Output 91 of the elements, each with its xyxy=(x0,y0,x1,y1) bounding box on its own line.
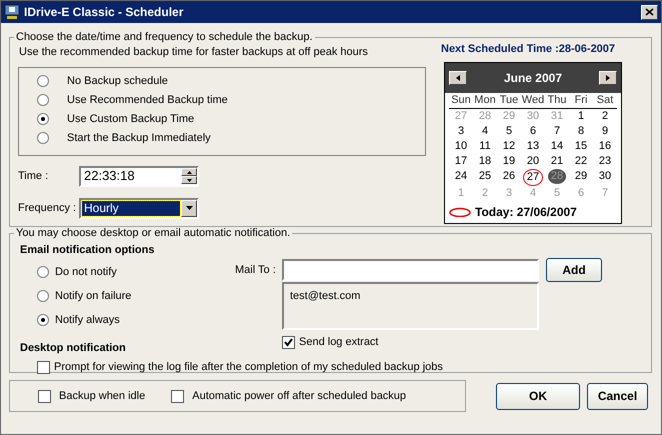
cancel-button[interactable]: Cancel xyxy=(587,382,648,410)
calendar-day[interactable]: 14 xyxy=(548,138,566,154)
group-legend: Choose the date/time and frequency to schedule the backup. xyxy=(14,31,315,43)
calendar-day[interactable]: 12 xyxy=(500,138,518,154)
calendar-day[interactable]: 25 xyxy=(476,168,494,184)
calendar-day[interactable]: 8 xyxy=(574,124,588,138)
radio-label: Notify always xyxy=(55,312,120,328)
checkbox[interactable] xyxy=(37,360,50,374)
calendar-day[interactable]: 18 xyxy=(476,154,494,168)
checkbox[interactable] xyxy=(171,390,184,402)
time-field[interactable]: 22:33:18 xyxy=(79,166,199,186)
calendar-day[interactable]: 20 xyxy=(524,154,542,168)
calendar-day[interactable]: 26 xyxy=(500,168,518,184)
weekday-label: Mon xyxy=(473,92,497,108)
weekday-label: Wed xyxy=(521,92,545,108)
radio-button[interactable] xyxy=(37,132,49,144)
close-button[interactable] xyxy=(641,4,658,20)
calendar-day[interactable]: 11 xyxy=(476,138,494,154)
calendar-day[interactable]: 23 xyxy=(596,154,614,168)
spin-down-button[interactable] xyxy=(181,176,197,184)
hint-text: Use the recommended backup time for faster backups at off peak hours xyxy=(18,45,369,60)
checkbox-label: Send log extract xyxy=(299,335,378,350)
calendar-day[interactable]: 15 xyxy=(572,138,590,154)
calendar-day[interactable]: 9 xyxy=(598,124,612,138)
up-arrow-icon xyxy=(186,170,192,174)
weekday-label: Thu xyxy=(545,92,569,108)
checkbox-label: Prompt for viewing the log file after the completion of my scheduled backup jobs xyxy=(54,360,443,375)
add-button[interactable]: Add xyxy=(546,258,602,282)
calendar-day[interactable]: 5 xyxy=(502,124,516,138)
field-label: Mail To : xyxy=(235,262,277,278)
calendar-day[interactable]: 6 xyxy=(526,124,540,138)
radio-button[interactable] xyxy=(37,290,49,302)
radio-label: Notify on failure xyxy=(55,288,132,304)
calendar-day[interactable]: 22 xyxy=(572,154,590,168)
calendar-day[interactable]: 21 xyxy=(548,154,566,168)
radio-label: Use Recommended Backup time xyxy=(67,92,228,108)
calendar-day[interactable]: 7 xyxy=(550,124,564,138)
spin-up-button[interactable] xyxy=(181,168,197,176)
radio-label: Use Custom Backup Time xyxy=(67,112,194,127)
calendar-day[interactable]: 19 xyxy=(500,154,518,168)
radio-button[interactable] xyxy=(37,94,49,106)
frequency-dropdown[interactable]: Hourly xyxy=(79,198,199,218)
today-marker-icon xyxy=(449,206,471,216)
checkbox[interactable] xyxy=(38,390,51,402)
calendar-day[interactable]: 10 xyxy=(452,138,470,154)
next-scheduled-time: Next Scheduled Time :28-06-2007 xyxy=(441,42,616,57)
weekday-label: Fri xyxy=(569,92,593,108)
section-heading: Email notification options xyxy=(20,243,156,258)
ok-button[interactable]: OK xyxy=(496,382,580,410)
checkbox-label: Automatic power off after scheduled backup xyxy=(192,388,406,404)
month-title: June 2007 xyxy=(504,70,562,86)
next-month-button[interactable] xyxy=(598,70,617,84)
down-arrow-icon xyxy=(186,178,192,182)
radio-button[interactable] xyxy=(37,113,49,125)
today-label: Today: 27/06/2007 xyxy=(475,204,577,220)
weekday-label: Sun xyxy=(449,92,473,108)
calendar-day[interactable]: 3 xyxy=(454,124,468,138)
group-legend: You may choose desktop or email automatic notification. xyxy=(14,227,292,239)
previous-month-button[interactable] xyxy=(449,70,467,84)
calendar-day[interactable]: 1 xyxy=(574,108,588,124)
checkbox-label: Backup when idle xyxy=(59,388,146,404)
radio-button[interactable] xyxy=(37,75,49,87)
right-arrow-icon xyxy=(606,74,610,80)
checkbox[interactable] xyxy=(282,336,295,349)
radio-label: Start the Backup Immediately xyxy=(67,130,211,146)
calendar-day[interactable]: 24 xyxy=(452,168,470,184)
radio-button[interactable] xyxy=(37,266,49,278)
dropdown-arrow-icon xyxy=(186,206,192,210)
calendar-day[interactable]: 17 xyxy=(452,154,470,168)
weekday-label: Sat xyxy=(593,92,617,108)
radio-label: Do not notify xyxy=(55,264,117,280)
radio-label: No Backup schedule xyxy=(67,74,168,89)
calendar-day[interactable]: 30 xyxy=(596,168,614,184)
email-field[interactable] xyxy=(282,259,539,281)
weekday-label: Tue xyxy=(497,92,521,108)
calendar-day[interactable]: 16 xyxy=(596,138,614,154)
checkmark-icon xyxy=(284,338,293,347)
close-icon xyxy=(645,8,654,16)
calendar-day[interactable]: 13 xyxy=(524,138,542,154)
calendar-day[interactable]: 27 xyxy=(522,168,544,186)
recipient-item[interactable]: test@test.com xyxy=(290,288,531,304)
computer-icon xyxy=(4,4,20,20)
calendar-day[interactable]: 29 xyxy=(572,168,590,184)
radio-button[interactable] xyxy=(37,314,49,326)
field-label: Frequency : xyxy=(18,200,78,216)
section-heading: Desktop notification xyxy=(20,340,127,356)
field-label: Time : xyxy=(18,168,50,184)
calendar-day[interactable]: 2 xyxy=(598,108,612,124)
left-arrow-icon xyxy=(456,74,460,80)
calendar-day[interactable]: 4 xyxy=(478,124,492,138)
window-title: IDrive-E Classic - Scheduler xyxy=(24,4,184,21)
